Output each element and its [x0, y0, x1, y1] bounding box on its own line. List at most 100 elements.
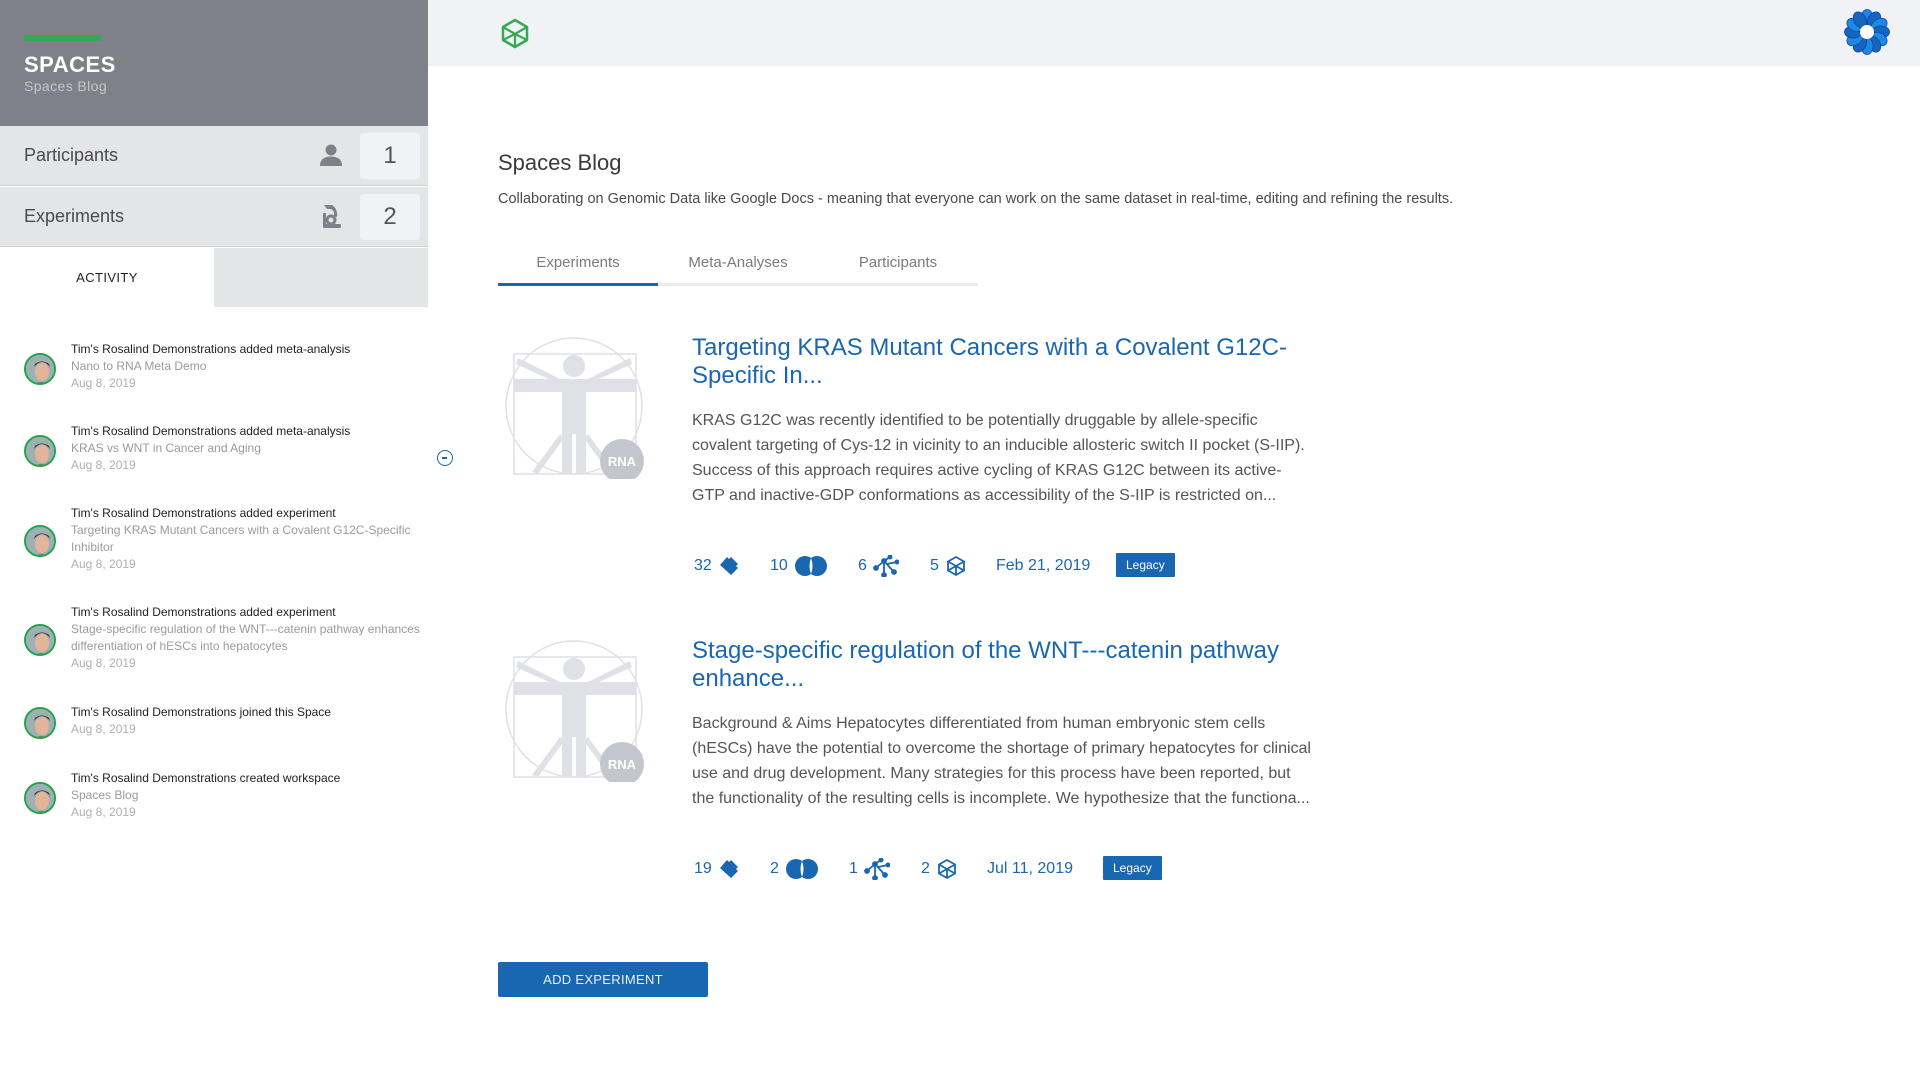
tab-activity[interactable]: ACTIVITY: [0, 248, 214, 307]
tab-participants[interactable]: Participants: [818, 242, 978, 283]
activity-date: Aug 8, 2019: [71, 557, 136, 571]
active-tab-indicator: [498, 283, 658, 286]
rna-badge: RNA: [608, 757, 637, 772]
experiment-stats: 19 2 1 2 Jul 11, 2019 Legacy: [692, 856, 1292, 882]
avatar-photo-icon: [26, 626, 54, 654]
venn-icon: [794, 556, 827, 576]
analyses-stat: 1: [849, 856, 890, 882]
experiment-date: Feb 21, 2019: [996, 557, 1091, 574]
vitruvian-thumbnail-icon[interactable]: RNA: [502, 637, 647, 782]
activity-target[interactable]: Stage-specific regulation of the WNT---c…: [71, 621, 426, 655]
activity-title: Tim's Rosalind Demonstrations added meta…: [71, 342, 351, 356]
datasets-count: 5: [930, 557, 939, 574]
experiments-label: Experiments: [24, 206, 125, 226]
legacy-badge: Legacy: [1116, 553, 1175, 577]
experiments-stat[interactable]: Experiments 2: [0, 187, 428, 247]
activity-title: Tim's Rosalind Demonstrations added expe…: [71, 506, 336, 520]
comparisons-stat: 2: [770, 856, 819, 882]
sidebar-subtitle: Spaces Blog: [24, 78, 108, 94]
sidebar-tabs: ACTIVITY: [0, 248, 428, 307]
activity-target[interactable]: Spaces Blog: [71, 787, 426, 804]
tab-secondary[interactable]: [214, 248, 428, 307]
analyses-stat: 6: [858, 553, 899, 579]
samples-stat: 32: [694, 553, 740, 579]
avatar-photo-icon: [26, 527, 54, 555]
samples-count: 19: [694, 860, 712, 877]
avatar: [24, 624, 56, 656]
content-tabs: Experiments Meta-Analyses Participants: [498, 242, 978, 286]
activity-title: Tim's Rosalind Demonstrations joined thi…: [71, 705, 331, 719]
activity-target[interactable]: Nano to RNA Meta Demo: [71, 358, 426, 375]
activity-target[interactable]: Targeting KRAS Mutant Cancers with a Cov…: [71, 522, 426, 556]
network-icon: [873, 555, 899, 577]
analyses-count: 1: [849, 860, 858, 877]
activity-text: Tim's Rosalind Demonstrations created wo…: [71, 770, 426, 820]
add-experiment-button[interactable]: ADD EXPERIMENT: [498, 962, 708, 997]
venn-icon: [785, 859, 818, 879]
experiment-stats: 32 10 6 5 Feb 21, 2019 Legacy: [692, 553, 1292, 579]
cube-icon[interactable]: [499, 17, 531, 49]
datasets-stat: 5: [930, 553, 967, 579]
experiment-card: RNA Stage-specific regulation of the WNT…: [498, 637, 1398, 887]
participants-count: 1: [360, 133, 420, 179]
brand-logo-icon[interactable]: [1844, 9, 1890, 55]
experiments-count: 2: [360, 194, 420, 240]
activity-text: Tim's Rosalind Demonstrations added expe…: [71, 505, 426, 572]
sidebar-title: SPACES: [24, 52, 116, 77]
participants-stat[interactable]: Participants 1: [0, 126, 428, 186]
experiment-title[interactable]: Targeting KRAS Mutant Cancers with a Cov…: [692, 334, 1312, 390]
person-icon: [320, 144, 342, 166]
legacy-badge: Legacy: [1103, 856, 1162, 880]
activity-date: Aug 8, 2019: [71, 656, 136, 670]
experiment-card: RNA Targeting KRAS Mutant Cancers with a…: [498, 334, 1398, 584]
avatar: [24, 707, 56, 739]
comparisons-stat: 10: [770, 553, 828, 579]
vitruvian-thumbnail-icon[interactable]: RNA: [502, 334, 647, 479]
accent-bar: [24, 35, 101, 41]
avatar: [24, 353, 56, 385]
avatar: [24, 435, 56, 467]
activity-text: Tim's Rosalind Demonstrations added meta…: [71, 423, 426, 473]
activity-date: Aug 8, 2019: [71, 376, 136, 390]
avatar-photo-icon: [26, 784, 54, 812]
flask-icon: [719, 557, 738, 575]
activity-text: Tim's Rosalind Demonstrations joined thi…: [71, 704, 426, 737]
tab-meta-analyses[interactable]: Meta-Analyses: [658, 242, 818, 283]
activity-target[interactable]: KRAS vs WNT in Cancer and Aging: [71, 440, 426, 457]
rna-badge: RNA: [608, 454, 637, 469]
collapse-sidebar-icon[interactable]: [437, 450, 453, 466]
microscope-icon: [323, 205, 341, 228]
activity-date: Aug 8, 2019: [71, 458, 136, 472]
activity-title: Tim's Rosalind Demonstrations added meta…: [71, 424, 351, 438]
logo-center: [1860, 25, 1874, 39]
activity-text: Tim's Rosalind Demonstrations added meta…: [71, 341, 426, 391]
samples-count: 32: [694, 557, 712, 574]
datasets-count: 2: [921, 860, 930, 877]
experiment-abstract: KRAS G12C was recently identified to be …: [692, 412, 1305, 504]
samples-stat: 19: [694, 856, 740, 882]
experiment-abstract: Background & Aims Hepatocytes differenti…: [692, 715, 1311, 807]
cube-outline-icon: [947, 555, 965, 577]
avatar-photo-icon: [26, 709, 54, 737]
flask-icon: [719, 860, 738, 878]
activity-date: Aug 8, 2019: [71, 722, 136, 736]
cube-outline-icon: [938, 858, 956, 880]
participants-label: Participants: [24, 145, 119, 165]
activity-date: Aug 8, 2019: [71, 805, 136, 819]
app-root: SPACES Spaces Blog Participants 1 Experi…: [0, 0, 1920, 1080]
page-title: Spaces Blog: [498, 150, 622, 175]
tab-experiments[interactable]: Experiments: [498, 242, 658, 283]
avatar: [24, 782, 56, 814]
comparisons-count: 10: [770, 557, 788, 574]
activity-title: Tim's Rosalind Demonstrations added expe…: [71, 605, 336, 619]
network-icon: [864, 858, 890, 880]
experiment-title[interactable]: Stage-specific regulation of the WNT---c…: [692, 637, 1312, 693]
activity-title: Tim's Rosalind Demonstrations created wo…: [71, 771, 341, 785]
avatar-photo-icon: [26, 437, 54, 465]
experiment-date: Jul 11, 2019: [987, 860, 1073, 877]
page-description: Collaborating on Genomic Data like Googl…: [498, 191, 1454, 207]
sidebar-header: SPACES Spaces Blog: [0, 0, 428, 126]
activity-text: Tim's Rosalind Demonstrations added expe…: [71, 604, 426, 671]
avatar-photo-icon: [26, 355, 54, 383]
top-bar: [428, 0, 1920, 66]
